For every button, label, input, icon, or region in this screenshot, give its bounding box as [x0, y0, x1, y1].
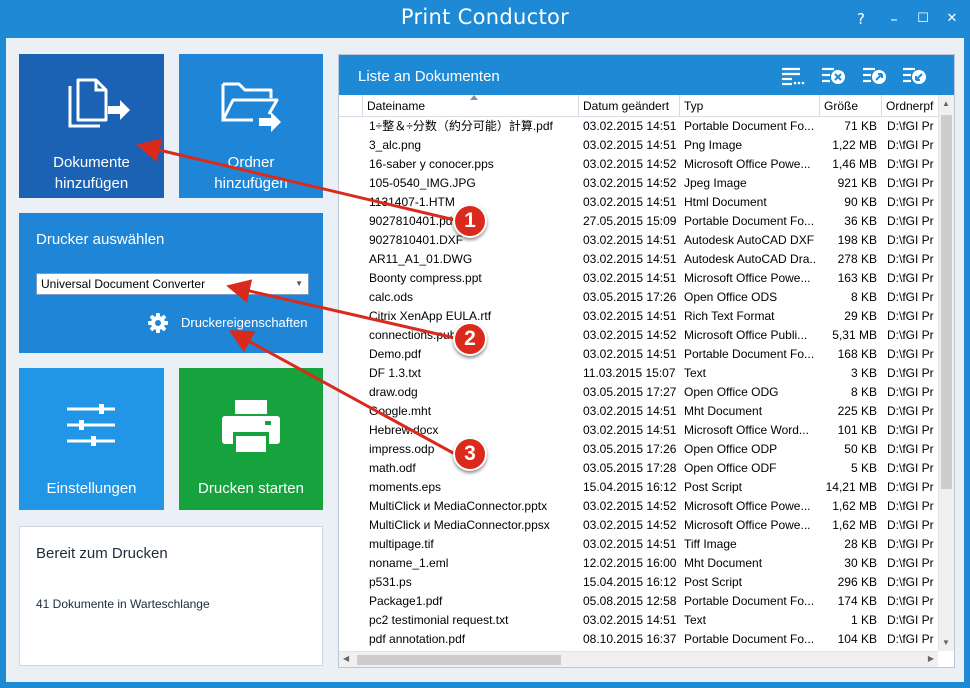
callout-1: 1 [453, 204, 487, 238]
callout-3: 3 [453, 437, 487, 471]
arrow-2 [226, 279, 456, 340]
arrow-3 [228, 330, 456, 456]
callout-2: 2 [453, 322, 487, 356]
arrow-1 [136, 138, 456, 222]
